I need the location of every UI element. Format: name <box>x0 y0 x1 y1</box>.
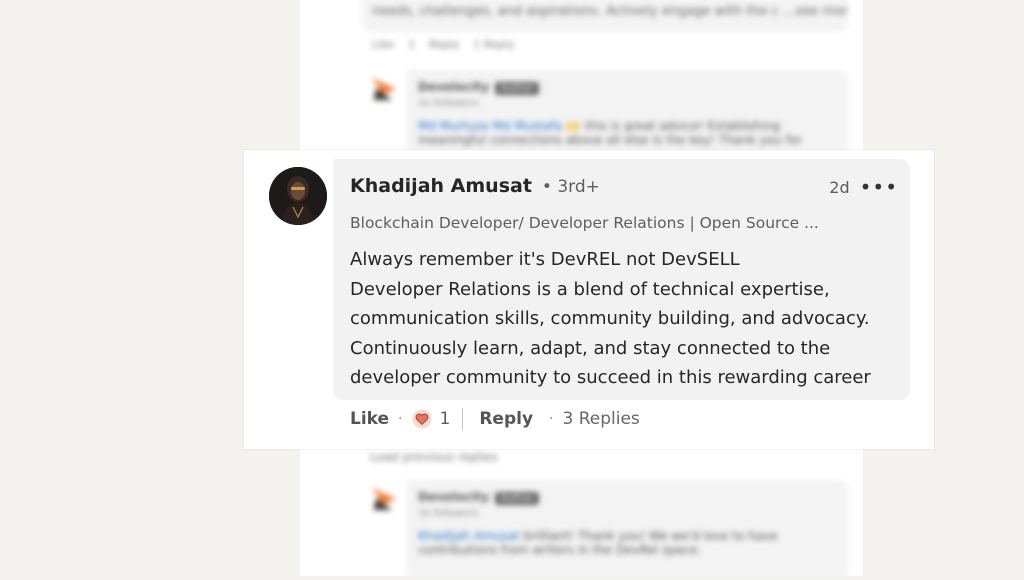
bg-reply-button[interactable]: Reply <box>429 38 459 51</box>
bg-reply-text-2: contributions from writers in the DevRel… <box>418 543 702 557</box>
bg-mention-link[interactable]: Md Murtuza Md Mustafa <box>418 119 562 133</box>
bg-reply-author: Develocity <box>418 490 490 504</box>
author-name[interactable]: Khadijah Amusat <box>350 175 532 197</box>
comment-line: Developer Relations is a blend of techni… <box>350 278 830 300</box>
separator-dot: · <box>398 411 403 427</box>
comment-line: Always remember it's DevREL not DevSELL <box>350 249 740 270</box>
comment-actions: Like · 1 Reply · 3 Replies <box>350 404 640 434</box>
bg-reply-1: Develocity Author 1k followers Md Murtuza… <box>370 70 850 157</box>
bg-comment-snippet: needs, challenges, and aspirations. Acti… <box>362 0 848 32</box>
separator-dot: · <box>549 411 554 427</box>
bg-comment-text: needs, challenges, and aspirations. Acti… <box>372 4 848 19</box>
develocity-logo-icon <box>372 78 396 100</box>
bg-reply-followers: 1k followers <box>418 98 479 109</box>
bg-replies-link[interactable]: 1 Reply <box>473 38 514 51</box>
comment-bubble: Khadijah Amusat • 3rd+ Blockchain Develo… <box>333 159 910 400</box>
reply-button[interactable]: Reply <box>479 409 533 429</box>
develocity-logo-icon <box>372 488 396 510</box>
bg-reply-author: Develocity <box>418 80 490 94</box>
bg-author-badge: Author <box>495 82 539 95</box>
bg-author-badge: Author <box>495 492 539 505</box>
bg-like-button[interactable]: Like <box>372 38 394 51</box>
comment-line: communication skills, community building… <box>350 308 870 329</box>
comment-meta: 2d ••• <box>829 177 898 197</box>
bg-reply-text: brilliant! Thank you! We we'd love to ha… <box>523 529 778 543</box>
bg-reply-2: Develocity Author 1k followers Khadijah A… <box>370 480 850 580</box>
comment-line: developer community to succeed in this r… <box>350 367 871 388</box>
author-headline: Blockchain Developer/ Developer Relation… <box>350 214 819 232</box>
bg-comment-actions: Like 1 Reply 1 Reply <box>372 38 514 51</box>
divider <box>462 408 464 430</box>
more-dots-icon[interactable]: ••• <box>860 177 898 197</box>
bg-emoji: 🙌 <box>565 119 581 133</box>
bg-reply-text-2: meaningful connections above all else is… <box>418 133 802 147</box>
load-previous-replies[interactable]: Load previous replies <box>370 450 498 464</box>
bg-reaction-count: 1 <box>407 38 415 51</box>
like-button[interactable]: Like <box>350 409 389 429</box>
bg-reply-followers: 1k followers <box>418 508 479 519</box>
comment-line: Continuously learn, adapt, and stay conn… <box>350 337 831 359</box>
comment-timestamp: 2d <box>829 177 850 197</box>
heart-reaction-icon[interactable] <box>412 409 432 429</box>
avatar[interactable] <box>269 167 327 225</box>
comment-text: Always remember it's DevREL not DevSELL … <box>350 245 900 393</box>
author-row: Khadijah Amusat • 3rd+ <box>350 175 600 197</box>
connection-degree: • 3rd+ <box>541 177 600 197</box>
bg-mention-link[interactable]: Khadijah Amusat <box>418 529 520 543</box>
bg-reply-text: this is great advice! Establishing <box>584 119 780 133</box>
reaction-count[interactable]: 1 <box>440 409 451 429</box>
avatar-image <box>269 167 327 225</box>
replies-link[interactable]: 3 Replies <box>562 409 639 429</box>
bg-reply-bubble: Develocity Author 1k followers Md Murtuza… <box>406 70 848 157</box>
bg-reply-bubble: Develocity Author 1k followers Khadijah A… <box>406 480 848 580</box>
comment-card: Khadijah Amusat • 3rd+ Blockchain Develo… <box>244 150 934 449</box>
